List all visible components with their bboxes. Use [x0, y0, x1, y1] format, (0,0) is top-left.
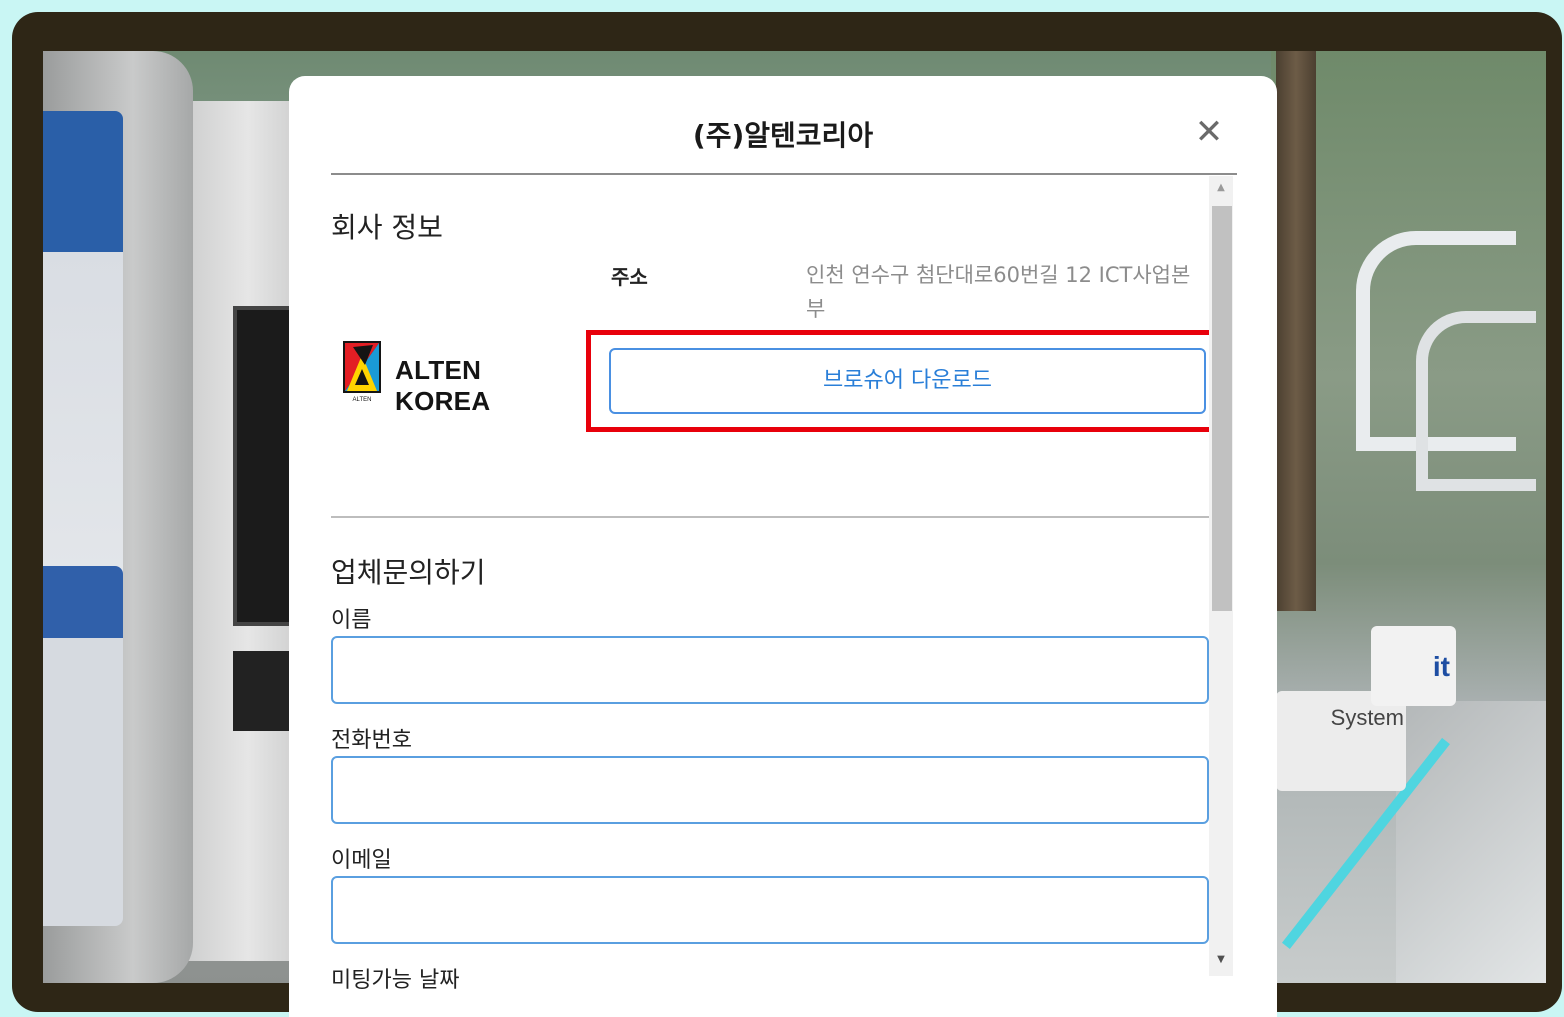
scene-sign-system-text: System [1330, 705, 1404, 730]
inquiry-heading: 업체문의하기 [331, 556, 486, 589]
brochure-download-button[interactable]: 브로슈어 다운로드 [609, 348, 1206, 414]
company-modal: (주)알텐코리아 ✕ 회사 정보 주소 인천 연수구 첨단대로60번길 12 I… [289, 76, 1277, 1017]
section-divider [331, 516, 1209, 518]
company-info-heading: 회사 정보 [331, 211, 443, 244]
phone-field[interactable] [331, 756, 1209, 824]
name-field[interactable] [331, 636, 1209, 704]
scene-arch-2 [1416, 311, 1536, 491]
company-logo: ALTEN ALTEN KOREA [343, 341, 583, 416]
address-value: 인천 연수구 첨단대로60번길 12 ICT사업본부 [806, 263, 1191, 321]
address-label: 주소 [611, 265, 648, 289]
meeting-date-label: 미팅가능 날짜 [331, 968, 460, 993]
scene-poster-1 [43, 111, 123, 581]
modal-content[interactable]: 회사 정보 주소 인천 연수구 첨단대로60번길 12 ICT사업본부 ALTE… [331, 176, 1209, 1017]
email-label: 이메일 [331, 848, 392, 873]
scene-tree [1276, 51, 1316, 611]
modal-scrollbar[interactable]: ▲ ▼ [1209, 176, 1233, 976]
scroll-thumb[interactable] [1212, 206, 1232, 611]
scene-sign-it-text: it [1432, 651, 1450, 682]
scene-poster-2 [43, 566, 123, 926]
scene-path [1396, 701, 1546, 983]
logo-text: ALTEN KOREA [395, 355, 491, 416]
scroll-down-icon[interactable]: ▼ [1209, 954, 1233, 972]
title-divider [331, 173, 1237, 175]
name-label: 이름 [331, 608, 372, 633]
alten-logo-icon: ALTEN [343, 341, 381, 403]
logo-subtext: ALTEN [353, 397, 372, 403]
modal-title: (주)알텐코리아 [692, 119, 874, 152]
email-field[interactable] [331, 876, 1209, 944]
phone-label: 전화번호 [331, 728, 412, 753]
scroll-up-icon[interactable]: ▲ [1209, 182, 1233, 200]
close-icon[interactable]: ✕ [1191, 114, 1227, 150]
